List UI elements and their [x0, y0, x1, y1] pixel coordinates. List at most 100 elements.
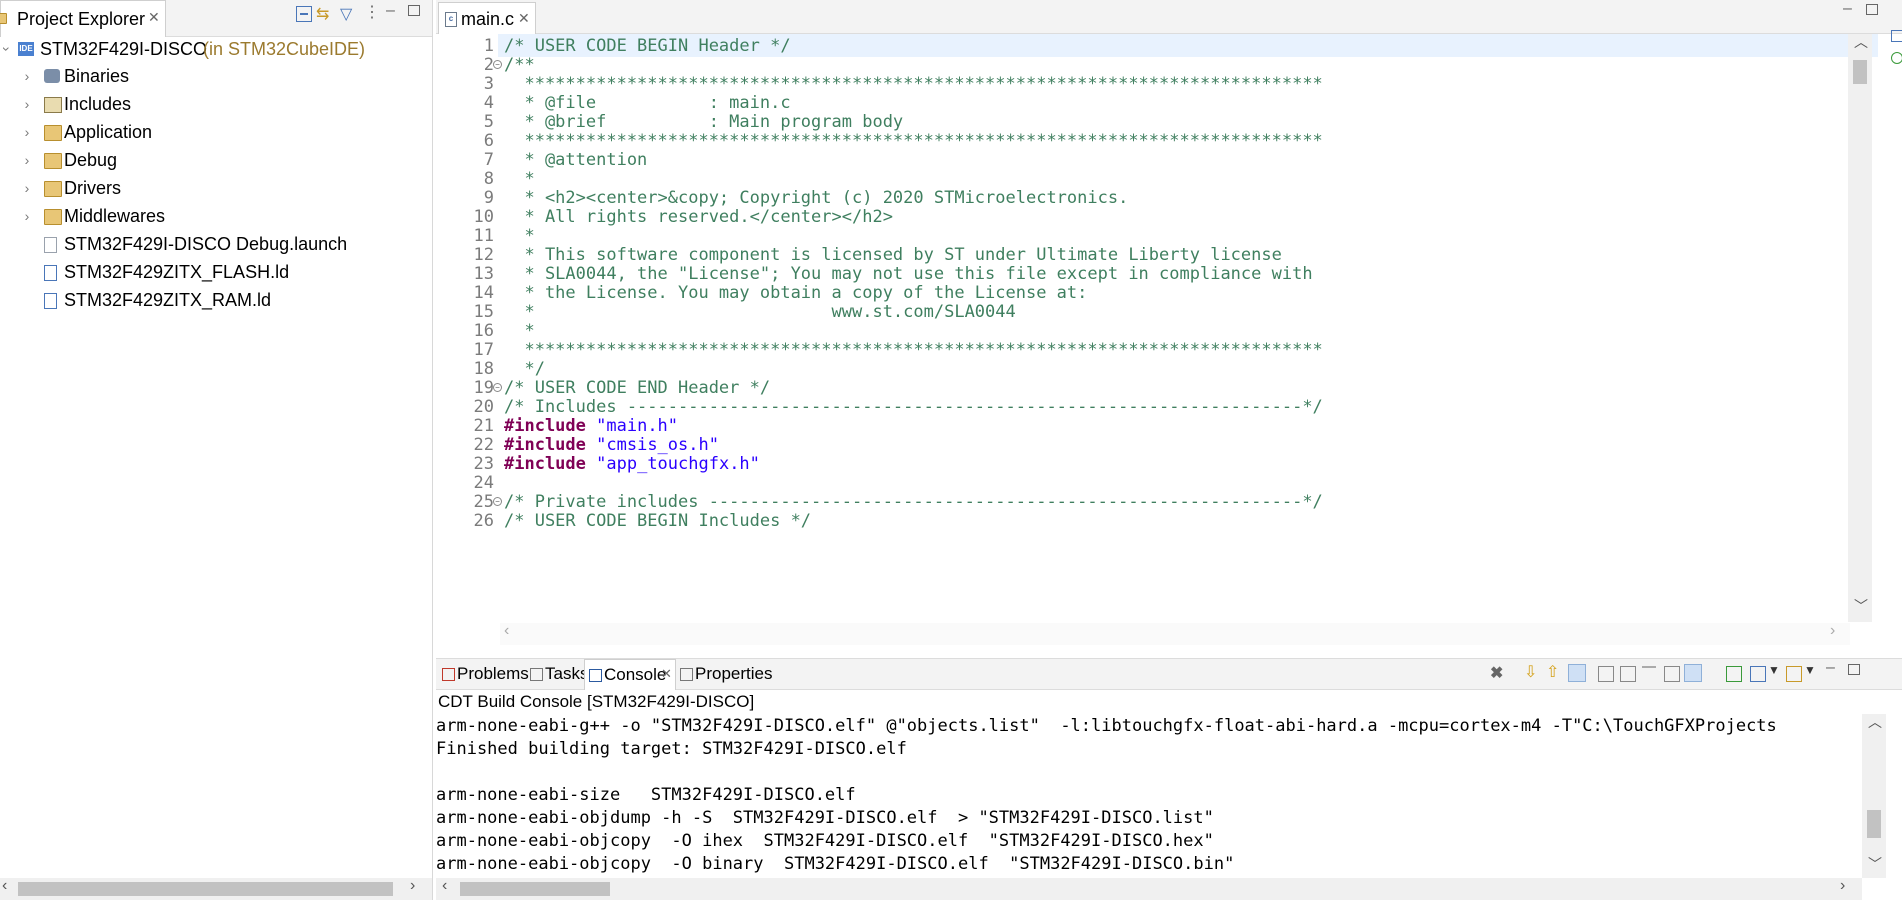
code-editor[interactable]: 1/* USER CODE BEGIN Header */2−/** 3 ****…	[436, 34, 1886, 622]
dropdown-arrow-icon[interactable]: ▼	[1804, 663, 1816, 677]
scroll-right-icon[interactable]: ›	[1830, 622, 1835, 640]
tab-console[interactable]: Console ✕	[584, 659, 676, 690]
minimize-icon[interactable]: –	[1826, 659, 1835, 677]
chevron-right-icon[interactable]: ›	[20, 175, 34, 201]
fold-toggle-icon[interactable]: −	[493, 497, 502, 506]
close-icon[interactable]: ✕	[148, 9, 160, 26]
horizontal-scrollbar[interactable]: ‹ ›	[0, 877, 432, 900]
pin-console-icon[interactable]	[1726, 666, 1742, 682]
editor-vertical-scrollbar[interactable]: ︿ ﹀	[1848, 34, 1872, 622]
scroll-down-icon[interactable]: ﹀	[1854, 596, 1868, 616]
scrollbar-thumb[interactable]	[460, 882, 610, 896]
chevron-right-icon[interactable]: ›	[20, 91, 34, 117]
previous-error-icon[interactable]: ⇧	[1546, 662, 1559, 682]
code-token: ****************************************…	[504, 340, 1323, 360]
outline-icon[interactable]	[1891, 30, 1902, 42]
line-number: 7	[483, 150, 494, 170]
editor-horizontal-scrollbar[interactable]: ‹ ›	[500, 622, 1850, 645]
code-line: ****************************************…	[504, 74, 1322, 94]
code-line: * www.st.com/SLA0044	[504, 302, 1016, 322]
tab-properties[interactable]: Properties	[676, 659, 776, 689]
console-vertical-scrollbar[interactable]: ︿ ﹀	[1862, 714, 1886, 878]
minimize-icon[interactable]: –	[1843, 0, 1852, 18]
scroll-down-icon[interactable]: ﹀	[1868, 854, 1882, 874]
filter-icon[interactable]: ▽	[340, 4, 352, 24]
code-line: * @brief : Main program body	[504, 112, 903, 132]
collapse-all-icon[interactable]	[296, 6, 312, 22]
next-error-icon[interactable]: ⇩	[1524, 662, 1537, 682]
link-icon[interactable]	[1568, 664, 1586, 682]
build-targets-icon[interactable]	[1891, 52, 1902, 64]
terminate-icon[interactable]: ✖	[1490, 663, 1503, 683]
console-output[interactable]: arm-none-eabi-g++ -o "STM32F429I-DISCO.e…	[436, 714, 1862, 876]
minimize-icon[interactable]: –	[386, 2, 395, 20]
code-line: /* Private includes --------------------…	[504, 492, 1323, 512]
code-line: *	[504, 226, 534, 246]
scroll-left-icon[interactable]: ‹	[442, 877, 447, 895]
line-number: 21	[473, 416, 494, 436]
scroll-right-icon[interactable]: ›	[410, 877, 415, 895]
chevron-right-icon[interactable]: ›	[20, 119, 34, 145]
fold-toggle-icon[interactable]: −	[493, 383, 502, 392]
scroll-left-icon[interactable]: ‹	[504, 622, 509, 640]
linker-script-icon	[44, 293, 57, 309]
maximize-icon[interactable]	[1866, 4, 1878, 15]
maximize-icon[interactable]	[1848, 664, 1860, 675]
console-line: arm-none-eabi-objcopy -O ihex STM32F429I…	[436, 831, 1214, 851]
tab-label: Console	[604, 665, 667, 684]
tab-tasks[interactable]: Tasks	[526, 659, 588, 689]
dropdown-arrow-icon[interactable]: ▼	[1768, 663, 1780, 677]
code-line: * SLA0044, the "License"; You may not us…	[504, 264, 1312, 284]
scroll-right-icon[interactable]: ›	[1840, 877, 1845, 895]
scroll-up-icon[interactable]: ︿	[1868, 712, 1882, 732]
line-number: 16	[473, 321, 494, 341]
scrollbar-thumb[interactable]	[1853, 60, 1867, 84]
tab-label: Properties	[695, 664, 773, 683]
tab-main-c[interactable]: c main.c ✕	[438, 2, 536, 34]
project-suffix: (in STM32CubeIDE)	[203, 39, 366, 59]
chevron-down-icon[interactable]: ›	[0, 42, 20, 56]
code-token: "app_touchgfx.h"	[596, 454, 760, 474]
line-number: 5	[483, 112, 494, 132]
display-console-icon[interactable]	[1750, 666, 1766, 682]
show-console-icon[interactable]	[1684, 664, 1702, 682]
tab-label: Problems	[457, 664, 529, 683]
fold-toggle-icon[interactable]: −	[493, 60, 502, 69]
copy-icon[interactable]	[1664, 666, 1680, 682]
tab-project-explorer[interactable]: Project Explorer ✕	[0, 0, 166, 37]
chevron-right-icon[interactable]: ›	[20, 147, 34, 173]
line-number: 13	[473, 264, 494, 284]
tab-problems[interactable]: Problems	[438, 659, 529, 689]
code-line: #include "app_touchgfx.h"	[504, 454, 760, 474]
console-horizontal-scrollbar[interactable]: ‹ ›	[436, 877, 1862, 900]
clear-console-icon[interactable]	[1598, 666, 1614, 682]
scroll-lock-icon[interactable]	[1620, 666, 1636, 682]
tab-label: main.c	[461, 9, 515, 29]
problems-icon	[442, 668, 455, 681]
tree-item-label: STM32F429ZITX_RAM.ld	[64, 290, 272, 310]
line-number: 24	[473, 473, 494, 493]
close-icon[interactable]: ✕	[661, 666, 672, 682]
code-line: * the License. You may obtain a copy of …	[504, 283, 1087, 303]
project-explorer-view: Project Explorer ✕ ⇆ ▽ ⋮ – › IDE STM32F4…	[0, 0, 433, 900]
tasks-icon	[530, 668, 543, 681]
scroll-left-icon[interactable]: ‹	[2, 877, 7, 895]
chevron-right-icon[interactable]: ›	[20, 63, 34, 89]
view-menu-icon[interactable]: ⋮	[364, 2, 380, 22]
binaries-icon	[44, 69, 60, 83]
scroll-up-icon[interactable]: ︿	[1854, 34, 1868, 52]
chevron-right-icon[interactable]: ›	[20, 203, 34, 229]
link-editor-icon[interactable]: ⇆	[316, 4, 329, 24]
launch-file-icon	[44, 237, 57, 253]
line-number: 19	[473, 378, 494, 398]
maximize-icon[interactable]	[408, 5, 420, 16]
scrollbar-thumb[interactable]	[1867, 810, 1881, 838]
scrollbar-thumb[interactable]	[18, 882, 393, 896]
word-wrap-icon[interactable]	[1642, 666, 1656, 682]
code-token: ****************************************…	[504, 131, 1323, 151]
ide-project-icon: IDE	[18, 42, 34, 56]
tab-label: Tasks	[545, 664, 589, 683]
code-token: * www.st.com/SLA0044	[504, 302, 1016, 322]
close-icon[interactable]: ✕	[518, 10, 530, 27]
open-console-icon[interactable]	[1786, 666, 1802, 682]
